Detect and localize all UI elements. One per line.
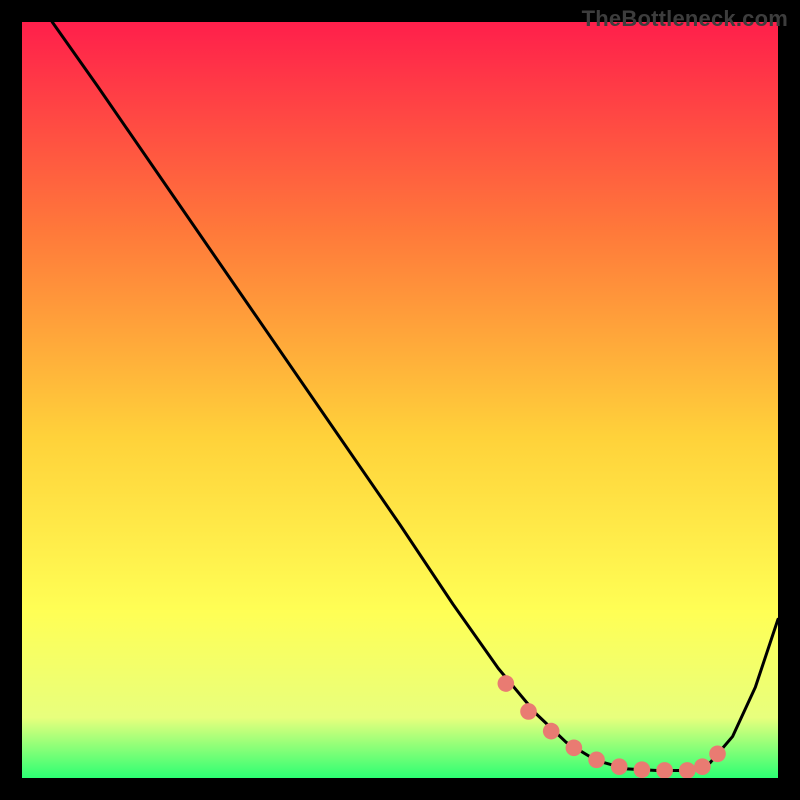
marker-dot — [543, 723, 560, 740]
gradient-background — [22, 22, 778, 778]
marker-dot — [498, 675, 515, 692]
marker-dot — [588, 752, 605, 769]
marker-dot — [709, 745, 726, 762]
marker-dot — [520, 703, 537, 720]
plot-area — [22, 22, 778, 778]
marker-dot — [611, 758, 628, 775]
marker-dot — [566, 739, 583, 756]
watermark-text: TheBottleneck.com — [582, 6, 788, 32]
marker-dot — [694, 758, 711, 775]
marker-dot — [634, 761, 651, 778]
chart-frame: TheBottleneck.com — [0, 0, 800, 800]
bottleneck-curve-chart — [22, 22, 778, 778]
marker-dot — [656, 762, 673, 778]
marker-dot — [679, 762, 696, 778]
